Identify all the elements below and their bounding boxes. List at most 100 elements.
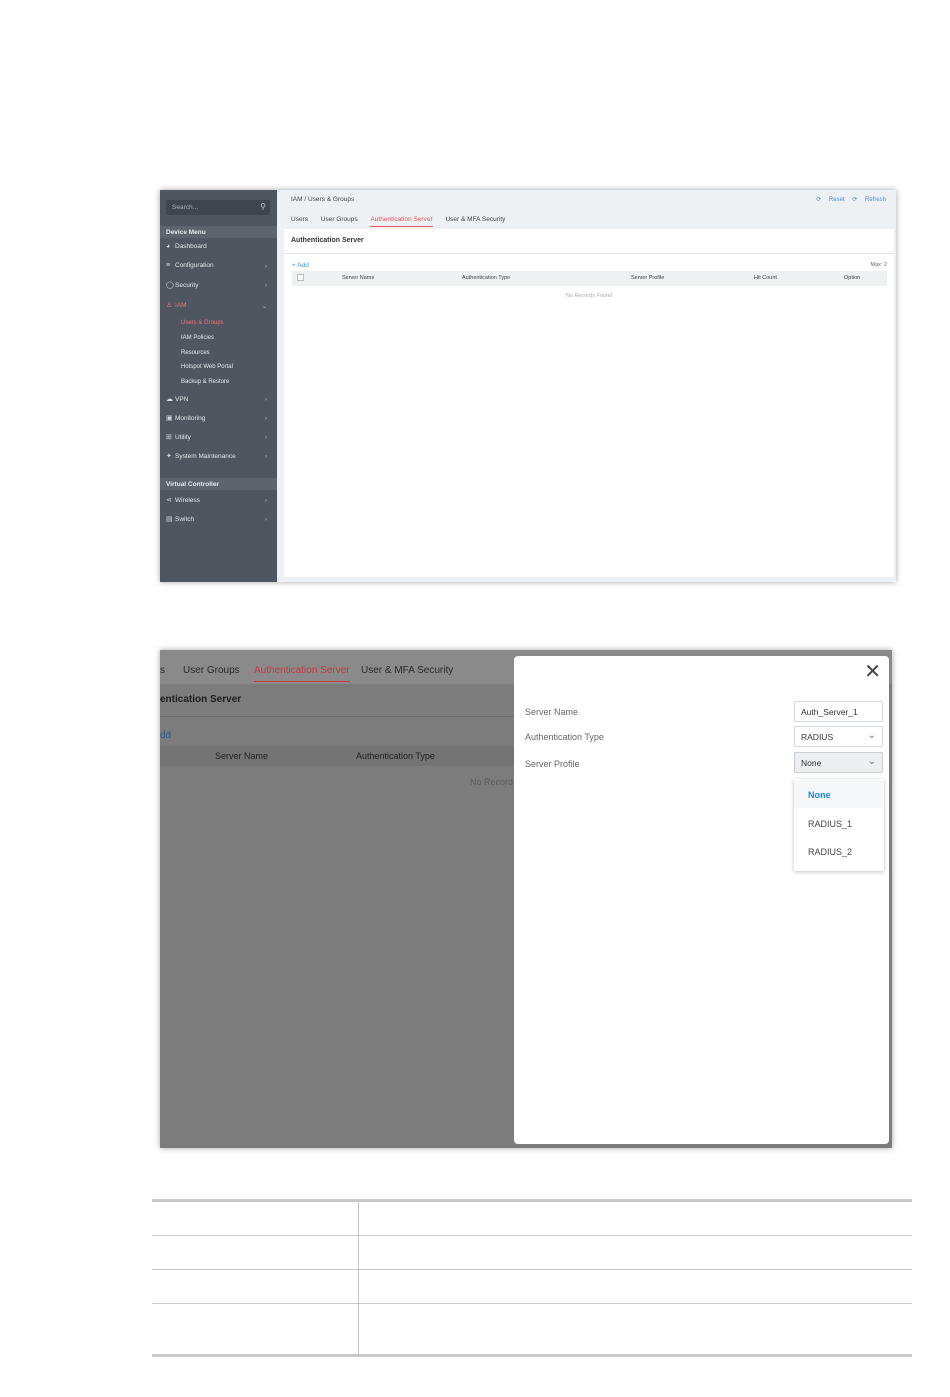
- chevron-down-icon: ⌄: [867, 756, 876, 767]
- chevron-right-icon: ›: [265, 454, 267, 460]
- chevron-down-icon: ⌄: [867, 730, 876, 741]
- empty-state: No Records Found: [565, 293, 613, 299]
- chevron-right-icon: ›: [265, 264, 267, 270]
- sidebar-item-label: Wireless: [175, 497, 200, 504]
- search-box[interactable]: Search... ⚲: [166, 200, 270, 215]
- col-server-name: Server Name: [215, 751, 269, 761]
- server-profile-value: None: [801, 758, 822, 768]
- option-none[interactable]: None: [794, 780, 884, 808]
- auth-type-label: Authentication Type: [525, 732, 604, 742]
- col-server-profile: Server Profile: [631, 275, 665, 281]
- sidebar-item-switch[interactable]: ▤ Switch ›: [166, 515, 271, 527]
- grid-icon: ⊞: [166, 434, 172, 441]
- auth-type-value: RADIUS: [801, 732, 834, 742]
- max-count: Max: 2: [870, 262, 887, 268]
- chevron-right-icon: ›: [265, 517, 267, 523]
- option-radius-1[interactable]: RADIUS_1: [794, 809, 884, 837]
- search-icon[interactable]: ⚲: [260, 202, 266, 211]
- tab-bar: Users User Groups Authentication Server …: [291, 216, 516, 227]
- main-content: IAM / Users & Groups ⟳ Reset ⟳ Refresh U…: [277, 190, 896, 582]
- sidebar-item-label: Configuration: [175, 262, 214, 269]
- refresh-label: Refresh: [864, 197, 886, 203]
- table-header: Server Name Authentication Type Server P…: [292, 271, 887, 286]
- sidebar-item-label: Switch: [175, 516, 195, 523]
- sidebar-item-dashboard[interactable]: ◕ Dashboard: [166, 243, 271, 255]
- chevron-right-icon: ›: [265, 283, 267, 289]
- sliders-icon: ≡: [166, 262, 171, 269]
- col-authentication-type: Authentication Type: [356, 751, 435, 761]
- sidebar-sub-hotspot-web-portal[interactable]: Hotspot Web Portal: [181, 364, 233, 370]
- table-bottom-border: [152, 1354, 912, 1357]
- iam-screenshot: Search... ⚲ Device Menu ◕ Dashboard ≡ Conf…: [160, 190, 896, 582]
- sidebar-item-configuration[interactable]: ≡ Configuration ›: [166, 262, 271, 274]
- option-radius-2[interactable]: RADIUS_2: [794, 837, 884, 865]
- tab-user-mfa-security[interactable]: User & MFA Security: [445, 216, 505, 226]
- user-lock-icon: ♙: [166, 302, 173, 309]
- panel-title: Authentication Server: [291, 237, 364, 244]
- chevron-right-icon: ›: [265, 435, 267, 441]
- server-profile-select[interactable]: None ⌄: [794, 752, 883, 773]
- refresh-button[interactable]: ⟳ Refresh: [852, 197, 886, 203]
- tab-authentication-server[interactable]: Authentication Server: [254, 665, 350, 682]
- close-icon[interactable]: ✕: [864, 662, 881, 682]
- sidebar-item-security[interactable]: ◯Security ›: [166, 281, 271, 293]
- auth-type-select[interactable]: RADIUS ⌄: [794, 726, 883, 747]
- switch-icon: ▤: [166, 516, 173, 523]
- sidebar-item-label: System Maintenance: [175, 453, 236, 460]
- sidebar-item-system-maintenance[interactable]: ✦ System Maintenance ›: [166, 452, 271, 464]
- sidebar-sub-iam-policies[interactable]: IAM Policies: [181, 335, 214, 341]
- table-column-divider: [358, 1201, 359, 1355]
- reset-button[interactable]: ⟳ Reset: [816, 197, 844, 203]
- col-authentication-type: Authentication Type: [462, 275, 511, 281]
- search-placeholder: Search...: [172, 204, 199, 211]
- table-row-divider: [152, 1303, 912, 1304]
- sidebar-item-label: Utility: [175, 434, 191, 441]
- server-profile-label: Server Profile: [525, 759, 580, 769]
- sidebar-sub-resources[interactable]: Resources: [181, 350, 210, 356]
- tab-user-groups[interactable]: User Groups: [321, 216, 358, 226]
- tab-user-mfa-security[interactable]: User & MFA Security: [361, 665, 453, 676]
- sidebar-item-wireless[interactable]: ⋖ Wireless ›: [166, 496, 271, 508]
- sidebar-item-label: VPN: [175, 396, 189, 403]
- sidebar: Search... ⚲ Device Menu ◕ Dashboard ≡ Conf…: [160, 190, 277, 582]
- add-button[interactable]: + Add: [292, 262, 309, 269]
- add-button[interactable]: dd: [160, 730, 171, 741]
- auth-server-panel: Authentication Server + Add Max: 2 Serve…: [284, 229, 894, 577]
- tab-user-groups[interactable]: User Groups: [183, 665, 240, 676]
- shield-icon: ◯: [166, 282, 174, 289]
- sidebar-sub-backup-restore[interactable]: Backup & Restore: [181, 379, 229, 385]
- tab-users[interactable]: Users: [291, 216, 308, 226]
- tab-users-partial[interactable]: s: [160, 665, 165, 676]
- sidebar-item-monitoring[interactable]: ▣ Monitoring ›: [166, 414, 271, 426]
- cloud-lock-icon: ☁: [166, 396, 173, 403]
- description-table: [152, 1199, 912, 1357]
- reset-label: Reset: [828, 197, 845, 203]
- divider: [160, 716, 520, 717]
- add-server-dialog-screenshot: s User Groups Authentication Server User…: [160, 650, 892, 1148]
- dashboard-icon: ◕: [166, 243, 171, 250]
- divider: [284, 253, 894, 254]
- table-row-divider: [152, 1235, 912, 1236]
- wrench-icon: ✦: [166, 453, 172, 460]
- toolbar: ⟳ Reset ⟳ Refresh: [810, 196, 886, 203]
- server-name-label: Server Name: [525, 707, 579, 717]
- panel-title: entication Server: [160, 694, 242, 705]
- tab-authentication-server[interactable]: Authentication Server: [370, 216, 433, 227]
- table-row-divider: [152, 1269, 912, 1270]
- empty-state: No Record: [470, 777, 514, 787]
- col-option: Option: [844, 275, 861, 281]
- auth-server-dialog: ✕ Server Name Auth_Server_1 Authenticati…: [514, 656, 889, 1144]
- sidebar-item-iam[interactable]: ♙ IAM ⌄: [166, 301, 271, 313]
- section-device-menu: Device Menu: [160, 226, 277, 238]
- server-name-input[interactable]: Auth_Server_1: [794, 701, 883, 722]
- table-header: Server Name Authentication Type: [160, 746, 520, 766]
- sidebar-item-vpn[interactable]: ☁ VPN ›: [166, 395, 271, 407]
- breadcrumb: IAM / Users & Groups: [291, 196, 355, 203]
- sidebar-sub-users-groups[interactable]: Users & Groups: [181, 320, 224, 326]
- col-server-name: Server Name: [342, 275, 375, 281]
- select-all-checkbox[interactable]: [297, 274, 304, 281]
- sidebar-item-label: IAM: [175, 302, 187, 309]
- chevron-right-icon: ›: [265, 498, 267, 504]
- sidebar-item-label: Monitoring: [175, 415, 206, 422]
- sidebar-item-utility[interactable]: ⊞ Utility ›: [166, 433, 271, 445]
